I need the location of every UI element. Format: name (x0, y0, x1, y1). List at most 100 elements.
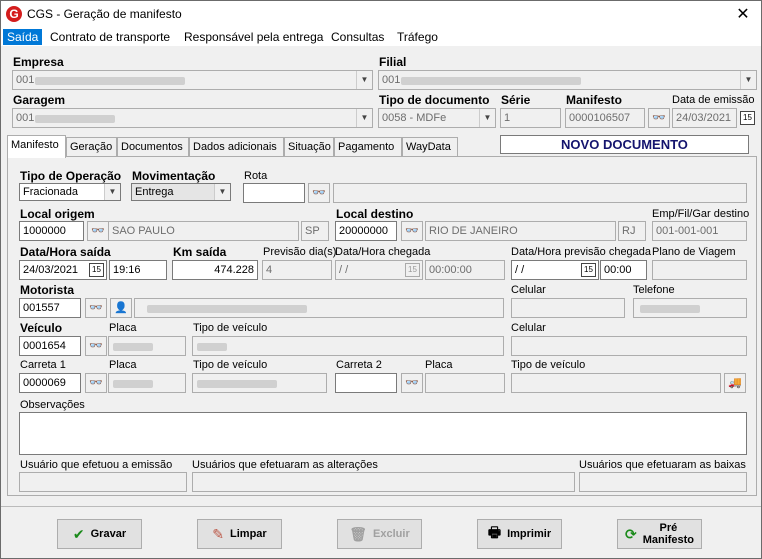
serie-label: Série (501, 93, 531, 107)
celular-label: Celular (511, 284, 546, 296)
tab-situacao[interactable]: Situação (284, 137, 334, 157)
veiculo-label: Veículo (20, 321, 63, 335)
redacted-text (35, 115, 115, 123)
destino-city-field: RIO DE JANEIRO (425, 221, 616, 241)
close-icon[interactable]: ✕ (733, 4, 753, 24)
destino-code-field[interactable]: 20000000 (335, 221, 397, 241)
refresh-icon: ⟳ (624, 525, 637, 542)
calendar-icon[interactable]: 15 (740, 111, 755, 125)
empresa-label: Empresa (13, 55, 64, 69)
placa-label: Placa (109, 322, 137, 334)
pre-manifesto-button[interactable]: ⟳ Pré Manifesto (617, 519, 702, 549)
rota-desc-field (333, 183, 747, 203)
celular-field (511, 298, 625, 318)
tipo-doc-select[interactable]: 0058 - MDFe ▼ (378, 108, 496, 128)
prev-chegada-time-field[interactable]: 00:00 (600, 260, 647, 280)
search-binoculars-icon[interactable]: 👓 (85, 298, 107, 318)
chevron-down-icon[interactable]: ▼ (356, 109, 372, 127)
rota-field[interactable] (243, 183, 305, 203)
usuarios-alt-field (192, 472, 575, 492)
celular2-label: Celular (511, 322, 546, 334)
local-destino-label: Local destino (336, 207, 414, 221)
menu-responsavel[interactable]: Responsável pela entrega (180, 29, 327, 45)
search-binoculars-icon[interactable]: 👓 (85, 336, 107, 356)
chevron-down-icon[interactable]: ▼ (214, 184, 230, 200)
tab-pagamento[interactable]: Pagamento (334, 137, 402, 157)
gravar-button[interactable]: ✔ Gravar (57, 519, 142, 549)
tab-dados-adicionais[interactable]: Dados adicionais (189, 137, 284, 157)
tipo-veiculo2-label: Tipo de veículo (193, 359, 268, 371)
trash-icon: 🗑 (349, 525, 368, 542)
manifesto-field[interactable]: 0000106507 (565, 108, 645, 128)
data-emissao-field[interactable]: 24/03/2021 (672, 108, 737, 128)
tab-geracao[interactable]: Geração (66, 137, 117, 157)
usuarios-alt-label: Usuários que efetuaram as alterações (192, 459, 378, 471)
telefone-label: Telefone (633, 284, 675, 296)
tab-documentos[interactable]: Documentos (117, 137, 189, 157)
destino-uf-field: RJ (618, 221, 646, 241)
rota-label: Rota (244, 170, 268, 182)
menu-saida[interactable]: Saída (3, 29, 43, 45)
pre-label-line1: Pré (659, 522, 678, 534)
menu-consultas[interactable]: Consultas (327, 29, 388, 45)
chevron-down-icon[interactable]: ▼ (356, 71, 372, 89)
menu-trafego[interactable]: Tráfego (393, 29, 442, 45)
redacted-text (113, 343, 153, 351)
tipo-op-select[interactable]: Fracionada ▼ (19, 183, 121, 201)
mov-select[interactable]: Entrega ▼ (131, 183, 231, 201)
motorista-label: Motorista (20, 283, 74, 297)
button-bar: ✔ Gravar ✎ Limpar 🗑 Excluir 🖶 Imprimir ⟳ Pré M… (1, 506, 761, 559)
carreta2-code-field[interactable] (335, 373, 397, 393)
eraser-icon: ✎ (212, 525, 225, 542)
driver-photo-icon[interactable]: 👤 (110, 298, 132, 318)
usuario-emissao-label: Usuário que efetuou a emissão (20, 459, 173, 471)
menu-contrato[interactable]: Contrato de transporte (46, 29, 174, 45)
placa3-field (425, 373, 505, 393)
empresa-select[interactable]: 001 ▼ (12, 70, 373, 90)
placa-field (108, 336, 186, 356)
mov-label: Movimentação (132, 169, 216, 183)
tipo-veiculo2-field (192, 373, 327, 393)
search-binoculars-icon[interactable]: 👓 (648, 108, 670, 128)
garagem-select[interactable]: 001 ▼ (12, 108, 373, 128)
imprimir-label: Imprimir (507, 528, 552, 540)
search-binoculars-icon[interactable]: 👓 (87, 221, 109, 241)
search-binoculars-icon[interactable]: 👓 (401, 373, 423, 393)
km-saida-field[interactable]: 474.228 (172, 260, 258, 280)
app-logo-icon: G (6, 6, 22, 22)
prev-chegada-label: Data/Hora previsão chegada (511, 246, 652, 258)
pre-label-line2: Manifesto (642, 534, 695, 546)
excluir-label: Excluir (373, 528, 410, 540)
search-binoculars-icon[interactable]: 👓 (85, 373, 107, 393)
imprimir-button[interactable]: 🖶 Imprimir (477, 519, 562, 549)
origem-code-field[interactable]: 1000000 (19, 221, 84, 241)
redacted-text (113, 380, 153, 388)
hora-saida-field[interactable]: 19:16 (109, 260, 167, 280)
filial-select[interactable]: 001 ▼ (378, 70, 757, 90)
motorista-name-field (134, 298, 504, 318)
chevron-down-icon[interactable]: ▼ (479, 109, 495, 127)
motorista-code-field[interactable]: 001557 (19, 298, 81, 318)
limpar-button[interactable]: ✎ Limpar (197, 519, 282, 549)
previsao-field: 4 (262, 260, 332, 280)
calendar-icon: 15 (405, 263, 420, 277)
calendar-icon[interactable]: 15 (581, 263, 596, 277)
obs-textarea[interactable] (19, 412, 747, 455)
truck-icon[interactable]: 🚚 (724, 373, 746, 393)
tab-waydata[interactable]: WayData (402, 137, 458, 157)
calendar-icon[interactable]: 15 (89, 263, 104, 277)
tab-manifesto[interactable]: Manifesto (7, 135, 66, 158)
pre-manifesto-label: Pré Manifesto (643, 522, 694, 546)
search-binoculars-icon[interactable]: 👓 (401, 221, 423, 241)
veiculo-code-field[interactable]: 0001654 (19, 336, 81, 356)
serie-field[interactable]: 1 (500, 108, 561, 128)
excluir-button[interactable]: 🗑 Excluir (337, 519, 422, 549)
status-badge: NOVO DOCUMENTO (500, 135, 749, 154)
carreta1-code-field[interactable]: 0000069 (19, 373, 81, 393)
search-binoculars-icon[interactable]: 👓 (308, 183, 330, 203)
redacted-text (640, 305, 700, 313)
empfil-label: Emp/Fil/Gar destino (652, 208, 750, 220)
telefone-field (633, 298, 747, 318)
chevron-down-icon[interactable]: ▼ (740, 71, 756, 89)
chevron-down-icon[interactable]: ▼ (104, 184, 120, 200)
